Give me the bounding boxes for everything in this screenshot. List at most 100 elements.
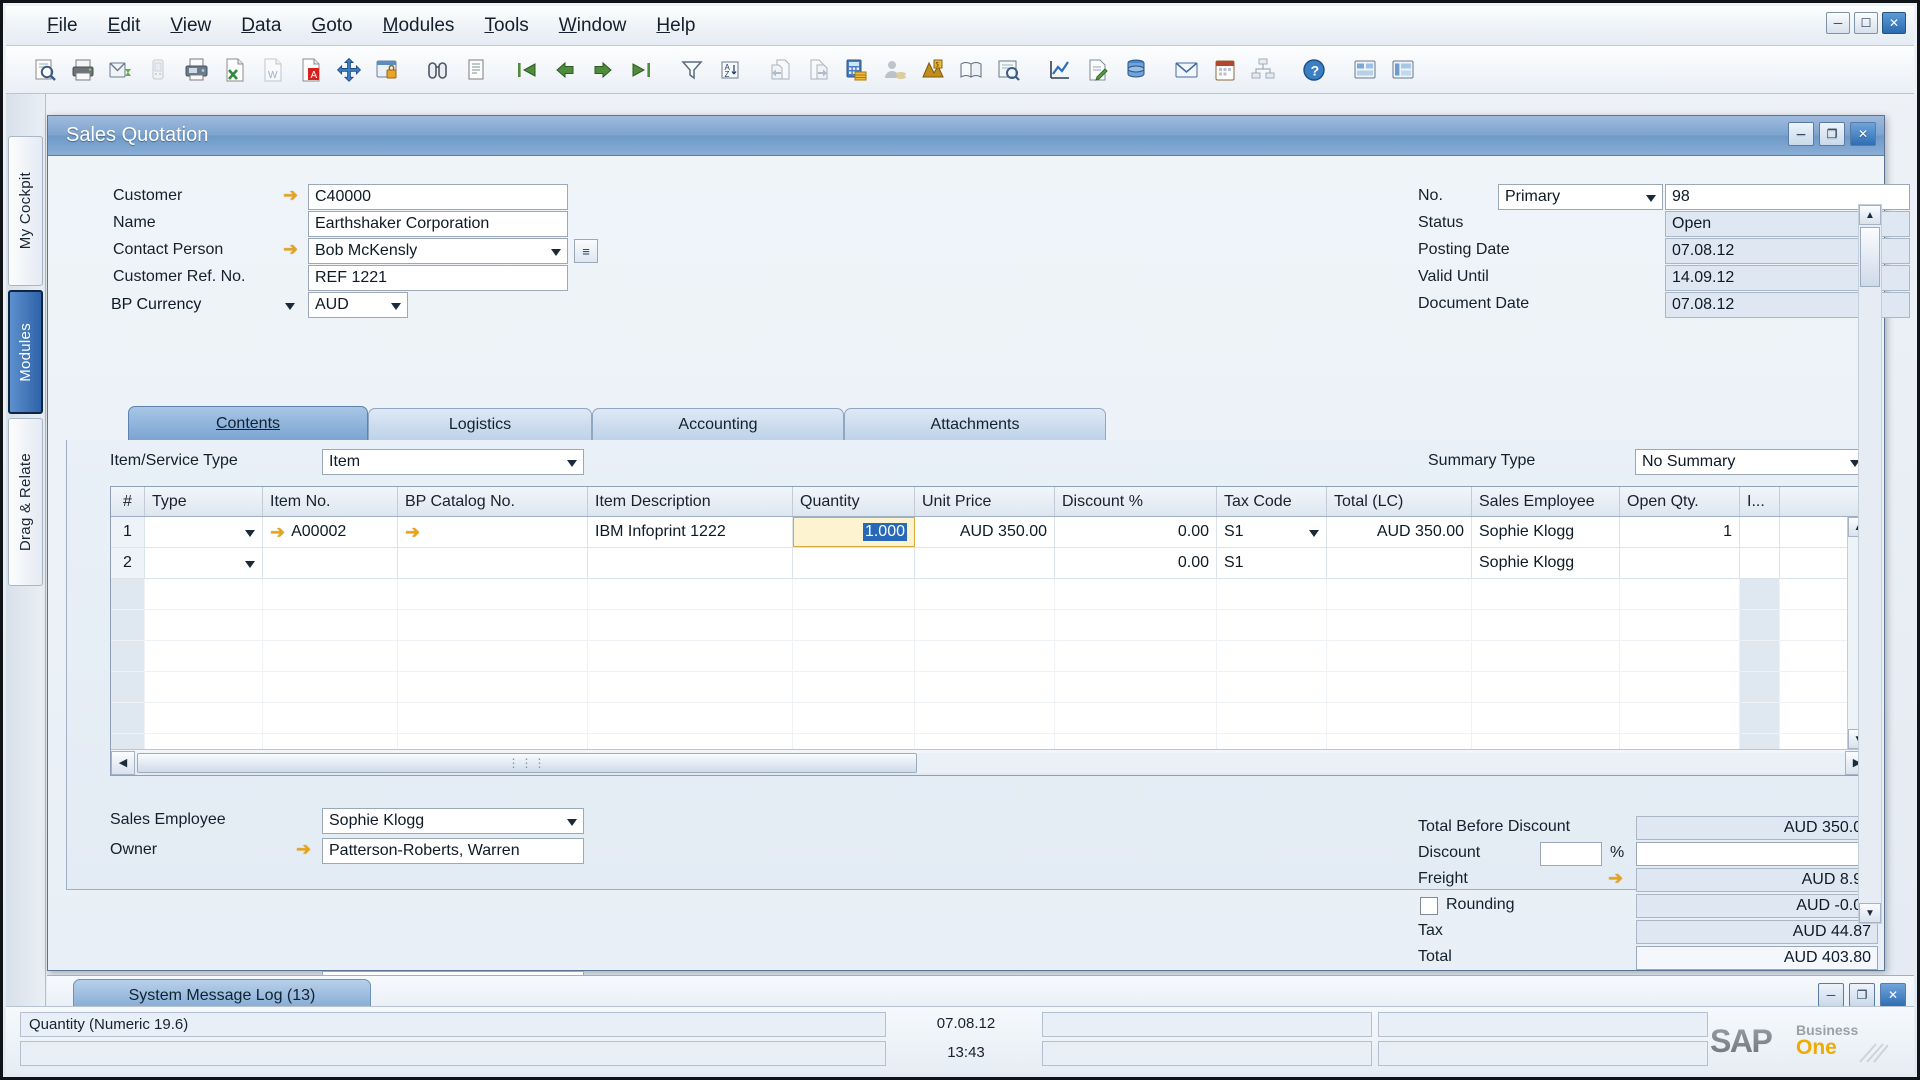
cell-empty-total-lc[interactable] bbox=[1327, 579, 1472, 609]
cell-open-qty[interactable] bbox=[1620, 548, 1740, 578]
cell-quantity[interactable]: 1.000 bbox=[793, 517, 915, 547]
table-row[interactable]: 2 0.00 S1 Sophie Klogg bbox=[111, 548, 1869, 579]
document-restore-button[interactable]: ❐ bbox=[1819, 122, 1845, 146]
export-to-excel-icon[interactable] bbox=[218, 53, 252, 87]
summary-type-dropdown[interactable]: No Summary bbox=[1635, 449, 1867, 475]
grid-header-item-no[interactable]: Item No. bbox=[263, 487, 398, 516]
message-log-restore-button[interactable]: ❐ bbox=[1849, 983, 1875, 1007]
tab-logistics[interactable]: Logistics bbox=[368, 408, 592, 440]
grid-scroll-left-button[interactable]: ◀ bbox=[111, 751, 135, 775]
cell-empty-type[interactable] bbox=[145, 610, 263, 640]
sidebar-item-drag-relate[interactable]: Drag & Relate bbox=[8, 418, 43, 586]
tab-accounting[interactable]: Accounting bbox=[592, 408, 844, 440]
export-to-pdf-icon[interactable]: A bbox=[294, 53, 328, 87]
cell-empty-bp-catalog-no[interactable] bbox=[398, 610, 588, 640]
customer-ref-no-field[interactable]: REF 1221 bbox=[308, 265, 568, 291]
cell-empty-item-description[interactable] bbox=[588, 641, 793, 671]
grid-hscroll-track[interactable] bbox=[917, 753, 1845, 773]
cell-tax-code[interactable]: S1 bbox=[1217, 548, 1327, 578]
grid-header-type[interactable]: Type bbox=[145, 487, 263, 516]
cell-empty-item-no[interactable] bbox=[263, 579, 398, 609]
find-icon[interactable] bbox=[421, 53, 455, 87]
cell-empty-tax-code[interactable] bbox=[1217, 672, 1327, 702]
first-record-icon[interactable] bbox=[510, 53, 544, 87]
cell-empty-total-lc[interactable] bbox=[1327, 641, 1472, 671]
menu-view[interactable]: View bbox=[155, 11, 226, 41]
grid-header-quantity[interactable]: Quantity bbox=[793, 487, 915, 516]
discount-percent-input[interactable] bbox=[1540, 842, 1602, 866]
fax-icon[interactable] bbox=[180, 53, 214, 87]
export-to-word-icon[interactable]: W bbox=[256, 53, 290, 87]
cell-empty-discount-pct[interactable] bbox=[1055, 641, 1217, 671]
cell-empty-sales-employee[interactable] bbox=[1472, 672, 1620, 702]
cell-empty-type[interactable] bbox=[145, 703, 263, 733]
grid-header-row-num[interactable]: # bbox=[111, 487, 145, 516]
cell-empty-item-no[interactable] bbox=[263, 672, 398, 702]
table-row-empty[interactable] bbox=[111, 703, 1869, 734]
table-row-empty[interactable] bbox=[111, 641, 1869, 672]
cell-empty-unit-price[interactable] bbox=[915, 672, 1055, 702]
freight-link-arrow-icon[interactable]: ➔ bbox=[1608, 869, 1623, 887]
cell-empty-row-num[interactable] bbox=[111, 672, 145, 702]
cell-empty-row-num[interactable] bbox=[111, 579, 145, 609]
cell-empty-unit-price[interactable] bbox=[915, 641, 1055, 671]
cell-empty-open-qty[interactable] bbox=[1620, 703, 1740, 733]
messages-icon[interactable] bbox=[1170, 53, 1204, 87]
cell-empty-type[interactable] bbox=[145, 641, 263, 671]
item-no-link-arrow-icon[interactable]: ➔ bbox=[270, 523, 285, 541]
relationship-map-icon[interactable] bbox=[1246, 53, 1280, 87]
discount-amount-value[interactable] bbox=[1636, 842, 1878, 866]
cell-empty-row-num[interactable] bbox=[111, 610, 145, 640]
cell-empty-i-col[interactable] bbox=[1740, 703, 1780, 733]
cell-empty-item-description[interactable] bbox=[588, 672, 793, 702]
cell-empty-bp-catalog-no[interactable] bbox=[398, 672, 588, 702]
menu-modules[interactable]: Modules bbox=[368, 11, 470, 41]
sms-icon[interactable] bbox=[142, 53, 176, 87]
cell-bp-catalog-no[interactable] bbox=[398, 548, 588, 578]
menu-data[interactable]: Data bbox=[226, 11, 296, 41]
cell-bp-catalog-no[interactable]: ➔ bbox=[398, 517, 588, 547]
restore-button[interactable]: ☐ bbox=[1854, 12, 1878, 34]
grid-header-total-lc[interactable]: Total (LC) bbox=[1327, 487, 1472, 516]
copy-to-icon[interactable] bbox=[802, 53, 836, 87]
cell-sales-employee[interactable]: Sophie Klogg bbox=[1472, 517, 1620, 547]
query-icon[interactable] bbox=[992, 53, 1026, 87]
move-icon[interactable] bbox=[332, 53, 366, 87]
cell-empty-open-qty[interactable] bbox=[1620, 610, 1740, 640]
table-row-empty[interactable] bbox=[111, 672, 1869, 703]
cell-empty-item-no[interactable] bbox=[263, 641, 398, 671]
cell-total-lc[interactable]: AUD 350.00 bbox=[1327, 517, 1472, 547]
cockpit-icon[interactable] bbox=[1348, 53, 1382, 87]
balance-icon[interactable] bbox=[878, 53, 912, 87]
report-icon[interactable] bbox=[1081, 53, 1115, 87]
calendar-icon[interactable] bbox=[1208, 53, 1242, 87]
cell-empty-open-qty[interactable] bbox=[1620, 672, 1740, 702]
name-field[interactable]: Earthshaker Corporation bbox=[308, 211, 568, 237]
lock-screen-icon[interactable] bbox=[370, 53, 404, 87]
sort-icon[interactable]: AZ bbox=[713, 53, 747, 87]
cell-empty-quantity[interactable] bbox=[793, 641, 915, 671]
contact-person-detail-button[interactable]: ≡ bbox=[574, 239, 598, 263]
document-scroll-down-button[interactable]: ▼ bbox=[1859, 903, 1881, 923]
freight-value[interactable]: AUD 8.95 bbox=[1636, 868, 1878, 892]
document-vertical-scrollbar[interactable]: ▲ ▼ bbox=[1858, 204, 1882, 924]
document-vscroll-thumb[interactable] bbox=[1860, 227, 1880, 287]
footer-sales-employee-dropdown[interactable]: Sophie Klogg bbox=[322, 808, 584, 834]
tab-attachments[interactable]: Attachments bbox=[844, 408, 1106, 440]
grid-header-sales-employee[interactable]: Sales Employee bbox=[1472, 487, 1620, 516]
cell-empty-tax-code[interactable] bbox=[1217, 641, 1327, 671]
tab-contents[interactable]: Contents bbox=[128, 406, 368, 440]
cell-empty-type[interactable] bbox=[145, 672, 263, 702]
cell-empty-quantity[interactable] bbox=[793, 610, 915, 640]
message-log-minimize-button[interactable]: ─ bbox=[1818, 983, 1844, 1007]
cell-type[interactable] bbox=[145, 548, 263, 578]
cell-empty-discount-pct[interactable] bbox=[1055, 703, 1217, 733]
cell-empty-bp-catalog-no[interactable] bbox=[398, 703, 588, 733]
customer-field[interactable]: C40000 bbox=[308, 184, 568, 210]
cell-empty-open-qty[interactable] bbox=[1620, 579, 1740, 609]
menu-edit[interactable]: Edit bbox=[93, 11, 156, 41]
cell-unit-price[interactable]: AUD 350.00 bbox=[915, 517, 1055, 547]
print-preview-icon[interactable] bbox=[28, 53, 62, 87]
cell-empty-unit-price[interactable] bbox=[915, 703, 1055, 733]
cell-empty-row-num[interactable] bbox=[111, 641, 145, 671]
